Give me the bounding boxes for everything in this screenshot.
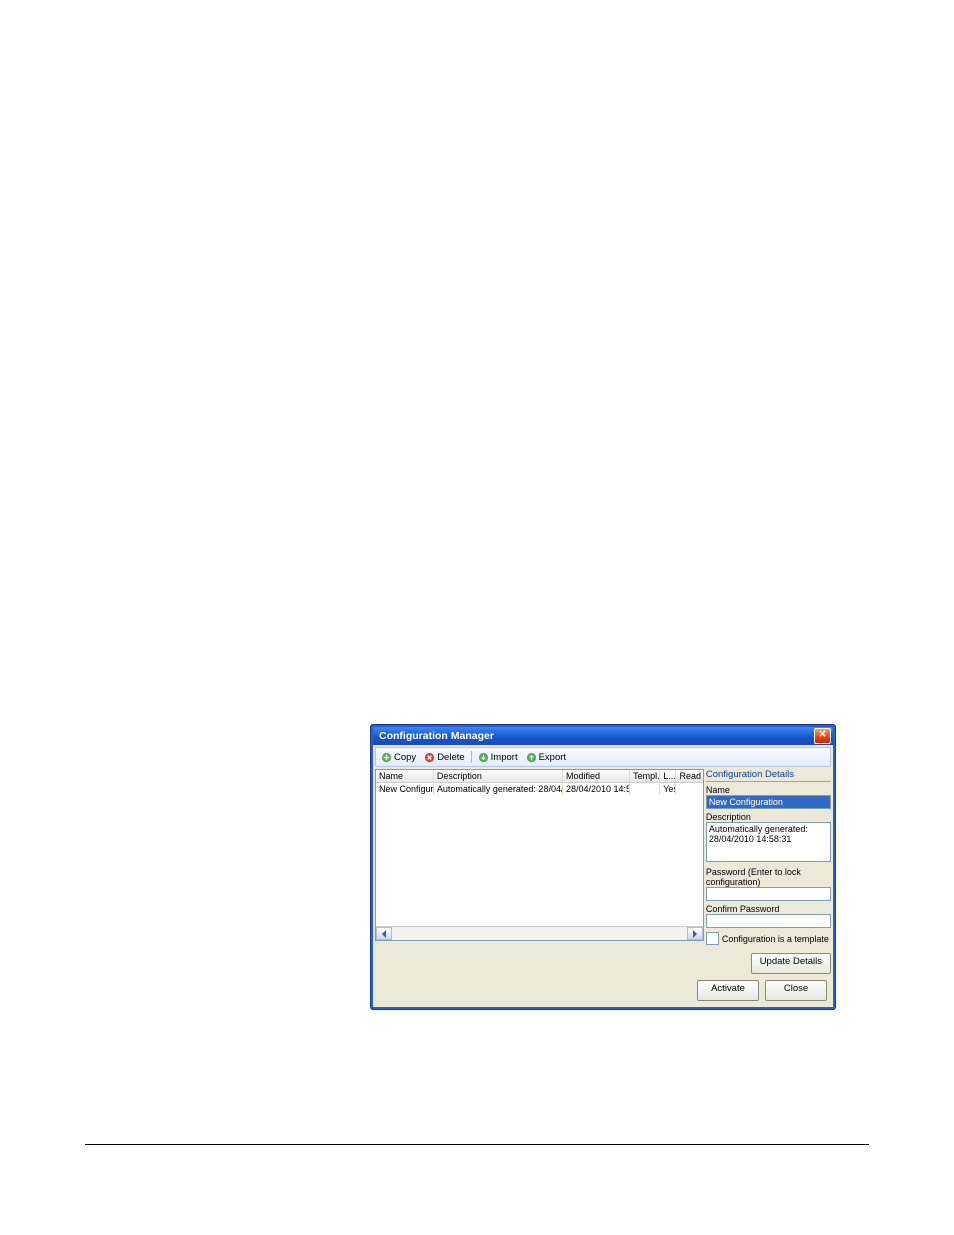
template-checkbox-label: Configuration is a template [722, 934, 829, 944]
delete-button[interactable]: Delete [421, 750, 467, 764]
scroll-track[interactable] [392, 927, 687, 940]
cell-name: New Configuration [376, 783, 434, 795]
scroll-left-icon[interactable] [376, 927, 392, 940]
configuration-manager-dialog: Configuration Manager Copy Delete [371, 725, 835, 1009]
close-icon[interactable] [814, 728, 831, 744]
cell-modified: 28/04/2010 14:59:00 [563, 783, 630, 795]
export-label: Export [539, 752, 566, 763]
name-field[interactable] [706, 795, 831, 809]
confirm-password-label: Confirm Password [706, 904, 831, 914]
configurations-list: Name Description Modified Templ... L... … [375, 769, 704, 941]
col-read[interactable]: Read [676, 770, 702, 782]
dialog-footer: Activate Close [375, 974, 831, 1005]
import-button[interactable]: Import [475, 750, 521, 764]
description-label: Description [706, 812, 831, 822]
cell-locked: Yes [660, 783, 676, 795]
horizontal-scrollbar[interactable] [376, 926, 703, 940]
titlebar[interactable]: Configuration Manager [373, 727, 833, 745]
toolbar: Copy Delete Import [375, 747, 831, 767]
update-details-button[interactable]: Update Details [751, 953, 831, 974]
description-field[interactable] [706, 822, 831, 862]
import-icon [478, 752, 489, 763]
name-label: Name [706, 785, 831, 795]
details-group-title: Configuration Details [706, 769, 831, 782]
import-label: Import [491, 752, 518, 763]
rows-container: New Configuration Automatically generate… [376, 783, 703, 926]
cell-template [630, 783, 660, 795]
password-field[interactable] [706, 887, 831, 901]
copy-label: Copy [394, 752, 416, 763]
col-locked[interactable]: L... [660, 770, 676, 782]
activate-button[interactable]: Activate [697, 980, 759, 1001]
export-button[interactable]: Export [523, 750, 569, 764]
column-headers: Name Description Modified Templ... L... … [376, 770, 703, 783]
template-checkbox[interactable] [706, 932, 719, 945]
copy-button[interactable]: Copy [378, 750, 419, 764]
col-description[interactable]: Description [434, 770, 563, 782]
col-template[interactable]: Templ... [630, 770, 660, 782]
delete-label: Delete [437, 752, 464, 763]
delete-icon [424, 752, 435, 763]
dialog-body: Copy Delete Import [373, 745, 833, 1007]
close-button[interactable]: Close [765, 980, 827, 1001]
copy-icon [381, 752, 392, 763]
toolbar-separator [471, 751, 472, 763]
col-modified[interactable]: Modified [563, 770, 630, 782]
export-icon [526, 752, 537, 763]
password-label: Password (Enter to lock configuration) [706, 867, 831, 887]
window-title: Configuration Manager [379, 730, 494, 742]
col-name[interactable]: Name [376, 770, 434, 782]
cell-read [676, 783, 702, 795]
configuration-details-pane: Configuration Details Name Description P… [706, 769, 831, 974]
page-footer-rule [85, 1144, 869, 1145]
confirm-password-field[interactable] [706, 914, 831, 928]
cell-description: Automatically generated: 28/04/2010 14:5… [434, 783, 563, 795]
table-row[interactable]: New Configuration Automatically generate… [376, 783, 703, 795]
scroll-right-icon[interactable] [687, 927, 703, 940]
